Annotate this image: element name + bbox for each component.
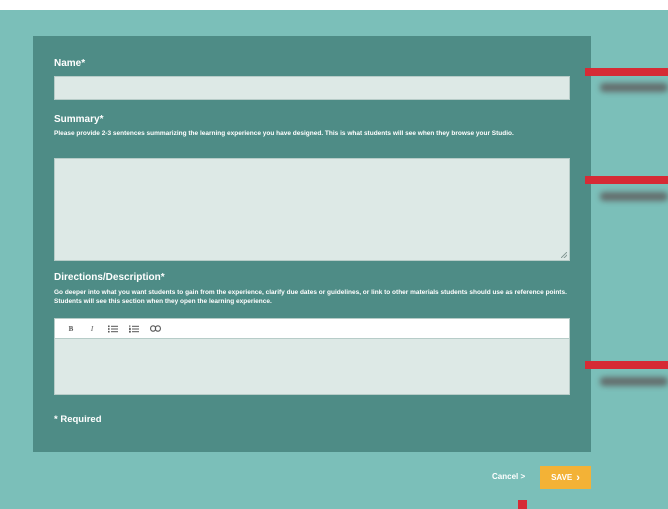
cancel-link[interactable]: Cancel > bbox=[492, 472, 525, 481]
required-note: * Required bbox=[54, 414, 102, 425]
bulleted-list-button[interactable] bbox=[105, 322, 121, 336]
directions-help-text: Go deeper into what you want students to… bbox=[54, 289, 567, 305]
summary-textarea[interactable] bbox=[54, 158, 570, 261]
annotation-shadow-name bbox=[600, 83, 668, 92]
directions-label: Directions/Description* bbox=[54, 272, 165, 283]
save-button[interactable]: SAVE › bbox=[540, 466, 591, 489]
numbered-list-icon bbox=[129, 324, 139, 333]
annotation-marker-name bbox=[585, 68, 668, 76]
name-input[interactable] bbox=[54, 76, 570, 100]
link-button[interactable] bbox=[147, 322, 163, 336]
save-button-label: SAVE bbox=[551, 473, 573, 482]
bold-button[interactable]: B bbox=[63, 322, 79, 336]
form-panel: Name* Summary* Please provide 2-3 senten… bbox=[33, 36, 591, 452]
bulleted-list-icon bbox=[108, 325, 118, 332]
name-label: Name* bbox=[54, 58, 86, 69]
annotation-marker-directions bbox=[585, 361, 668, 369]
annotation-marker-save bbox=[518, 500, 527, 509]
summary-help-text: Please provide 2-3 sentences summarizing… bbox=[54, 130, 514, 137]
chevron-right-icon: › bbox=[576, 471, 580, 484]
directions-editor[interactable] bbox=[54, 339, 570, 395]
annotation-marker-summary bbox=[585, 176, 668, 184]
annotation-shadow-summary bbox=[600, 192, 668, 201]
italic-button[interactable]: I bbox=[84, 322, 100, 336]
summary-field-wrapper bbox=[54, 158, 570, 261]
annotation-shadow-directions bbox=[600, 377, 668, 386]
resize-handle-icon[interactable] bbox=[561, 252, 567, 258]
link-icon bbox=[149, 325, 161, 332]
numbered-list-button[interactable] bbox=[126, 322, 142, 336]
summary-label: Summary* bbox=[54, 114, 104, 125]
editor-toolbar: B I bbox=[54, 318, 570, 339]
